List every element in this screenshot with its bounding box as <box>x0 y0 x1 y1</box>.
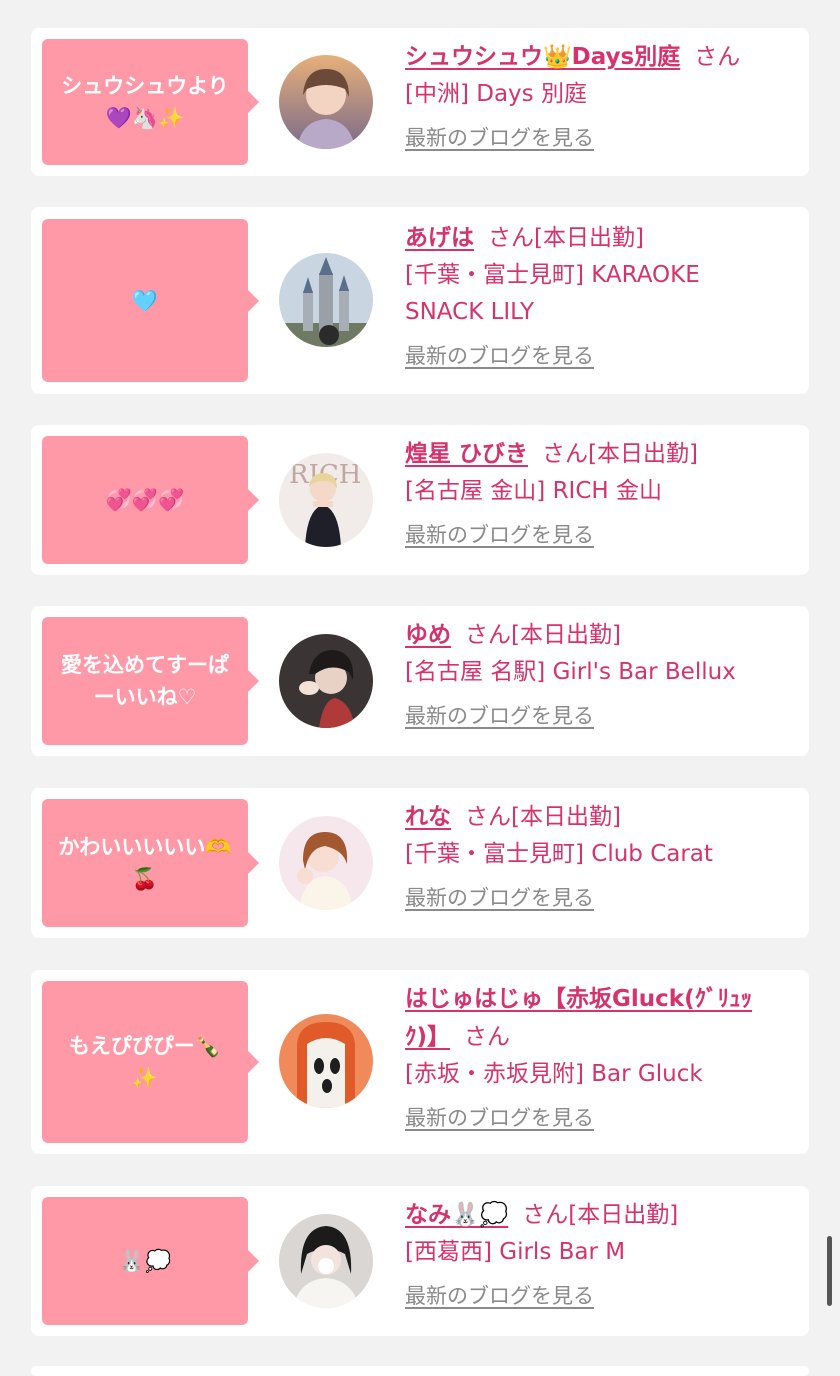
latest-blog-link[interactable]: 最新のブログを見る <box>405 122 594 152</box>
message-bubble: 🩵 <box>42 219 259 382</box>
shop-label: [名古屋 名駅] Girl's Bar Bellux <box>405 659 736 685</box>
member-name-link[interactable]: あげは <box>405 225 474 251</box>
blog-card: かわいいいいい🫶 🍒 れな さん[本日出勤] [千葉・富士見町] Club Car… <box>31 788 809 938</box>
message-bubble: かわいいいいい🫶 🍒 <box>42 799 259 927</box>
message-bubble: 🐰💭 <box>42 1197 259 1325</box>
latest-blog-link[interactable]: 最新のブログを見る <box>405 700 594 730</box>
member-name-link[interactable]: シュウシュウ👑Days別庭 <box>405 44 680 70</box>
message-bubble: シュウシュウより 💜🦄✨ <box>42 39 259 165</box>
message-bubble: 💞💞💞 <box>42 436 259 564</box>
next-card-partial <box>31 1366 809 1376</box>
member-name-link[interactable]: れな <box>405 804 451 830</box>
blog-card: 愛を込めてすーぱ ーいいね♡ ゆめ さん[本日出勤] [名古屋 名駅] Girl'… <box>31 606 809 756</box>
latest-blog-link[interactable]: 最新のブログを見る <box>405 340 594 370</box>
san-label: さん <box>464 1024 511 1050</box>
member-name-link[interactable]: はじゅはじゅ【赤坂Gluck(ｸﾞﾘｭｯｸ)】 <box>405 986 752 1050</box>
blog-card: 💞💞💞 RICH 煌星 ひびきさん[本日出勤] [名古屋 金山] RICH 金山… <box>31 425 809 575</box>
san-label: さん[本日出勤] <box>522 1202 679 1228</box>
latest-blog-link[interactable]: 最新のブログを見る <box>405 1280 594 1310</box>
member-name-link[interactable]: ゆめ <box>405 622 451 648</box>
avatar[interactable]: RICH <box>279 453 373 547</box>
avatar[interactable] <box>279 253 373 347</box>
avatar[interactable] <box>279 55 373 149</box>
avatar[interactable] <box>279 634 373 728</box>
san-label: さん[本日出勤] <box>465 804 621 830</box>
latest-blog-link[interactable]: 最新のブログを見る <box>405 882 594 912</box>
shop-label: [赤坂・赤坂見附] Bar Gluck <box>405 1061 703 1087</box>
san-label: さん[本日出勤] <box>542 441 698 467</box>
scrollbar[interactable] <box>827 1236 832 1306</box>
san-label: さん[本日出勤] <box>465 622 621 648</box>
latest-blog-link[interactable]: 最新のブログを見る <box>405 1102 594 1132</box>
shop-label: [名古屋 金山] RICH 金山 <box>405 478 662 504</box>
blog-card: 🩵 あげは さん[本日出勤] [千葉・富士見町] KARAOKE SNACK LI… <box>31 207 809 394</box>
shop-label: [千葉・富士見町] KARAOKE SNACK LILY <box>405 262 700 325</box>
message-bubble: もえぴぴぴー🍾 ✨ <box>42 981 259 1143</box>
blog-card: 🐰💭 なみ🐰💭 さん[本日出勤] [西葛西] Girls Bar M 最新のブログ… <box>31 1186 809 1336</box>
member-name-link[interactable]: なみ🐰💭 <box>405 1202 508 1228</box>
san-label: さん[本日出勤] <box>488 225 644 251</box>
avatar[interactable] <box>279 1214 373 1308</box>
message-bubble: 愛を込めてすーぱ ーいいね♡ <box>42 617 259 745</box>
san-label: さん <box>694 44 741 70</box>
avatar[interactable] <box>279 816 373 910</box>
blog-card: もえぴぴぴー🍾 ✨ はじゅはじゅ【赤坂Gluck(ｸﾞﾘｭｯｸ)】 さん [赤坂・… <box>31 970 809 1154</box>
shop-label: [西葛西] Girls Bar M <box>405 1239 626 1265</box>
shop-label: [千葉・富士見町] Club Carat <box>405 841 713 867</box>
avatar[interactable] <box>279 1014 373 1108</box>
shop-label: [中洲] Days 別庭 <box>405 81 587 107</box>
latest-blog-link[interactable]: 最新のブログを見る <box>405 519 594 549</box>
member-name-link[interactable]: 煌星 ひびき <box>405 441 528 467</box>
blog-card: シュウシュウより 💜🦄✨ シュウシュウ👑Days別庭 さん [中洲] Days 別… <box>31 28 809 176</box>
